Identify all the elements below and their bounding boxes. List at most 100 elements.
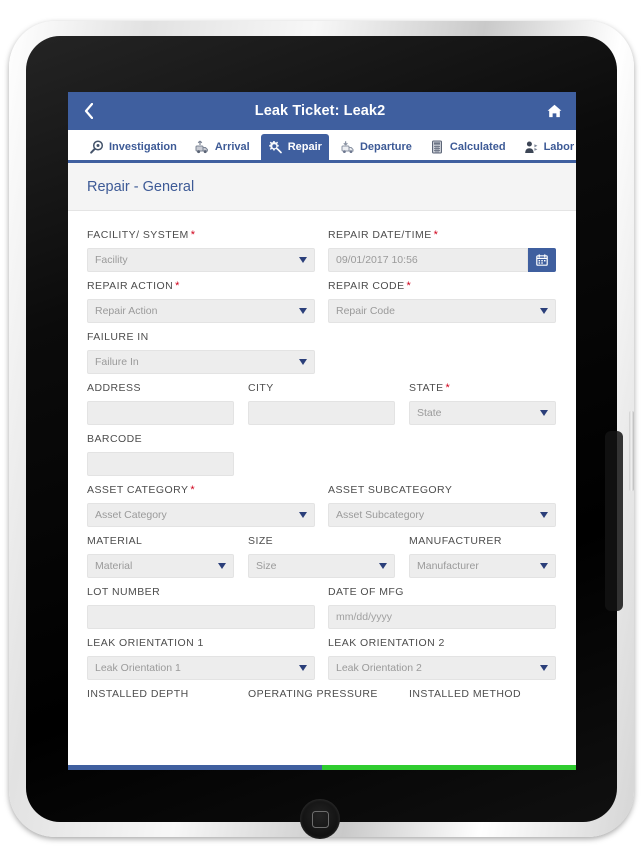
label-text: SIZE: [248, 535, 274, 547]
label-text: FACILITY/ SYSTEM: [87, 229, 189, 241]
tab-repair[interactable]: Repair: [260, 134, 329, 160]
field-label-manufacturer: MANUFACTURER: [409, 535, 556, 547]
required-marker: *: [190, 484, 196, 496]
label-text: ASSET CATEGORY: [87, 484, 189, 496]
control-wrapper: State: [409, 401, 556, 425]
input-repair-date-time[interactable]: [328, 248, 528, 272]
input-lot-number[interactable]: [87, 605, 315, 629]
required-marker: *: [190, 229, 196, 241]
field-repair-action: REPAIR ACTION * Repair Action: [87, 280, 315, 323]
field-date-of-mfg: DATE OF MFG: [328, 586, 556, 629]
label-text: DATE OF MFG: [328, 586, 404, 598]
control-wrapper: Asset Category: [87, 503, 315, 527]
tab-investigation[interactable]: Investigation: [82, 134, 184, 160]
select-manufacturer[interactable]: Manufacturer: [409, 554, 556, 578]
control-wrapper: Failure In: [87, 350, 315, 374]
form-row: ADDRESS CITY STATE * State: [87, 382, 557, 425]
tab-arrival[interactable]: Arrival: [188, 134, 257, 160]
form-row: ASSET CATEGORY * Asset Category ASSET SUBCA…: [87, 484, 557, 527]
control-wrapper: Repair Action: [87, 299, 315, 323]
tab-label: Calculated: [449, 141, 506, 153]
label-text: BARCODE: [87, 433, 143, 445]
control-wrapper: [87, 452, 234, 476]
field-label-lot-number: LOT NUMBER: [87, 586, 315, 598]
control-wrapper: [87, 401, 234, 425]
select-asset-subcategory[interactable]: Asset Subcategory: [328, 503, 556, 527]
required-marker: *: [406, 280, 412, 292]
tab-labor[interactable]: Labor: [517, 134, 576, 160]
input-city[interactable]: [248, 401, 395, 425]
select-material[interactable]: Material: [87, 554, 234, 578]
form-row: LEAK ORIENTATION 1 Leak Orientation 1 LEAK…: [87, 637, 557, 680]
control-wrapper: [87, 605, 315, 629]
tab-label: Departure: [359, 141, 412, 153]
field-lot-number: LOT NUMBER: [87, 586, 315, 629]
required-marker: *: [445, 382, 451, 394]
select-value: Size: [256, 560, 277, 572]
select-value: Leak Orientation 2: [336, 662, 422, 674]
select-repair-action[interactable]: Repair Action: [87, 299, 315, 323]
calendar-picker-button[interactable]: [528, 248, 556, 272]
label-text: OPERATING PRESSURE: [248, 688, 378, 700]
tab-label: Arrival: [214, 141, 250, 153]
label-text: MANUFACTURER: [409, 535, 502, 547]
field-label-repair-code: REPAIR CODE *: [328, 280, 556, 292]
home-button[interactable]: [300, 799, 340, 839]
chevron-down-icon: [299, 359, 307, 365]
control-wrapper: Size: [248, 554, 395, 578]
select-leak-orientation-1[interactable]: Leak Orientation 1: [87, 656, 315, 680]
field-failure-in: FAILURE IN Failure In: [87, 331, 315, 374]
input-date-of-mfg[interactable]: [328, 605, 556, 629]
label-text: CITY: [248, 382, 274, 394]
field-asset-subcategory: ASSET SUBCATEGORY Asset Subcategory: [328, 484, 556, 527]
back-button[interactable]: [68, 103, 108, 119]
select-value: Asset Category: [95, 509, 167, 521]
control-wrapper: Facility: [87, 248, 315, 272]
field-barcode: BARCODE: [87, 433, 234, 476]
tab-calculated[interactable]: Calculated: [423, 134, 513, 160]
field-label-asset-subcategory: ASSET SUBCATEGORY: [328, 484, 556, 496]
control-wrapper: Leak Orientation 2: [328, 656, 556, 680]
control-wrapper: [328, 248, 556, 272]
select-asset-category[interactable]: Asset Category: [87, 503, 315, 527]
label-text: ADDRESS: [87, 382, 141, 394]
tab-label: Investigation: [109, 141, 177, 153]
field-label-installed-method: INSTALLED METHOD: [409, 688, 556, 700]
select-repair-code[interactable]: Repair Code: [328, 299, 556, 323]
home-nav-button[interactable]: [532, 104, 576, 118]
worker-person-icon: [524, 140, 539, 155]
datetime-wrapper: [328, 248, 556, 272]
truck-arrival-icon: [195, 140, 210, 155]
input-address[interactable]: [87, 401, 234, 425]
select-value: Material: [95, 560, 133, 572]
device-edge-shadow: [605, 431, 623, 611]
field-label-material: MATERIAL: [87, 535, 234, 547]
field-facility-system: FACILITY/ SYSTEM * Facility: [87, 229, 315, 272]
select-failure-in[interactable]: Failure In: [87, 350, 315, 374]
field-label-address: ADDRESS: [87, 382, 234, 394]
label-text: INSTALLED METHOD: [409, 688, 522, 700]
select-state[interactable]: State: [409, 401, 556, 425]
control-wrapper: [248, 401, 395, 425]
select-size[interactable]: Size: [248, 554, 395, 578]
field-label-asset-category: ASSET CATEGORY *: [87, 484, 315, 496]
select-facility-system[interactable]: Facility: [87, 248, 315, 272]
side-button[interactable]: [629, 411, 634, 491]
input-barcode[interactable]: [87, 452, 234, 476]
control-wrapper: Repair Code: [328, 299, 556, 323]
truck-departure-icon: [340, 140, 355, 155]
field-label-repair-action: REPAIR ACTION *: [87, 280, 315, 292]
screenshot-root: Leak Ticket: Leak2 Investigation Arrival…: [0, 0, 643, 858]
tab-departure[interactable]: Departure: [333, 134, 419, 160]
select-value: Leak Orientation 1: [95, 662, 181, 674]
field-label-facility-system: FACILITY/ SYSTEM *: [87, 229, 315, 241]
label-text: REPAIR DATE/TIME: [328, 229, 432, 241]
field-label-repair-date-time: REPAIR DATE/TIME *: [328, 229, 556, 241]
label-text: STATE: [409, 382, 444, 394]
field-manufacturer: MANUFACTURER Manufacturer: [409, 535, 556, 578]
field-city: CITY: [248, 382, 395, 425]
field-leak-orientation-1: LEAK ORIENTATION 1 Leak Orientation 1: [87, 637, 315, 680]
chevron-left-icon: [84, 103, 93, 119]
select-leak-orientation-2[interactable]: Leak Orientation 2: [328, 656, 556, 680]
form-row: REPAIR ACTION * Repair Action REPAIR CODE * R…: [87, 280, 557, 323]
